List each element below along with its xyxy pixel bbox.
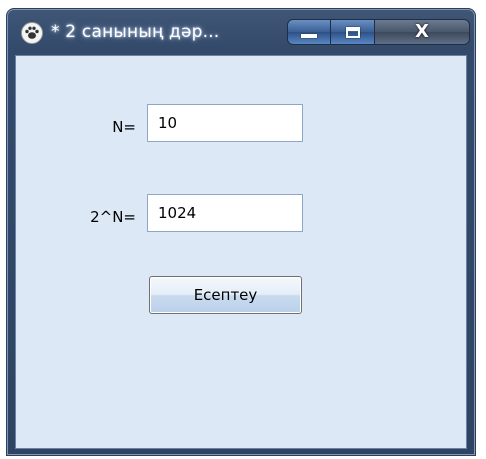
close-icon: X [415,21,429,42]
n-input[interactable] [147,104,303,142]
app-window: * 2 санының дәр... X N= 2^N= Есептеу [6,8,476,456]
close-button[interactable]: X [375,19,470,45]
title-bar[interactable]: * 2 санының дәр... X [7,9,475,55]
calculate-button[interactable]: Есептеу [149,276,302,314]
maximize-icon [345,26,360,38]
minimize-button[interactable] [287,19,331,45]
maximize-button[interactable] [331,19,375,45]
paw-icon[interactable] [21,22,43,44]
form-client-area: N= 2^N= Есептеу [15,55,467,449]
power-result-input[interactable] [147,194,303,232]
minimize-icon [301,34,317,38]
window-title: * 2 санының дәр... [51,22,220,42]
power-result-label: 2^N= [90,208,136,226]
caption-buttons: X [287,19,470,45]
n-label: N= [112,118,136,136]
